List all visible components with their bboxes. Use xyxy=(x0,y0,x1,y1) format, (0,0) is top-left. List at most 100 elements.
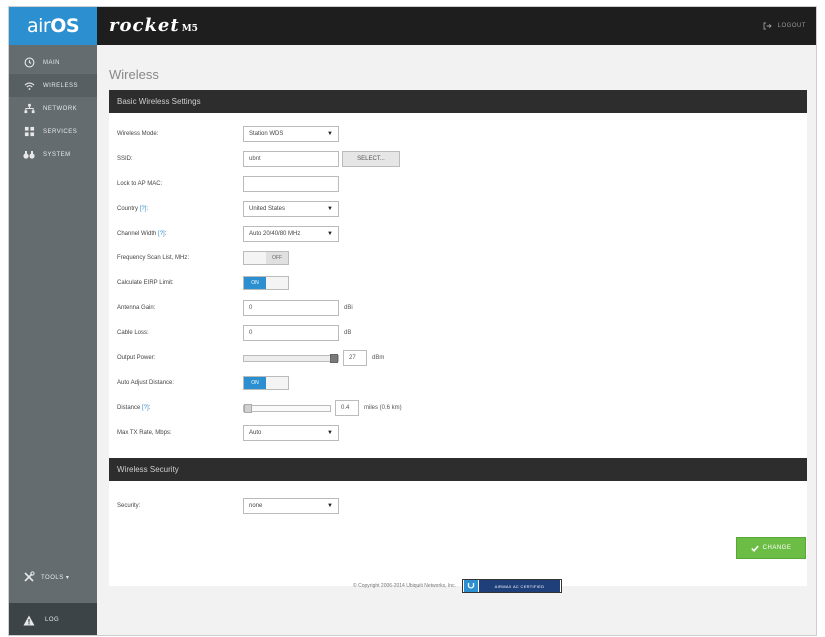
max-tx-select[interactable]: Auto ▼ xyxy=(243,425,339,441)
slider-handle[interactable] xyxy=(330,353,338,363)
airos-logo[interactable]: air OS xyxy=(9,7,97,45)
ssid-label: SSID: xyxy=(117,156,133,162)
cable-loss-label: Cable Loss: xyxy=(117,330,149,336)
sidebar-nav: MAIN WIRELESS NETWORK SERVICES SYSTEM xyxy=(9,51,97,166)
sidebar-item-services[interactable]: SERVICES xyxy=(9,120,97,143)
slider-handle[interactable] xyxy=(244,403,252,413)
toggle-state: OFF xyxy=(266,252,288,264)
ssid-row: SSID: ubnt SELECT... xyxy=(117,151,400,167)
logout-label: LOGOUT xyxy=(777,23,806,29)
log-label: LOG xyxy=(45,617,60,623)
ssid-value: ubnt xyxy=(249,156,261,162)
distance-input[interactable]: 0.4 xyxy=(335,400,359,416)
channel-width-select[interactable]: Auto 20/40/80 MHz ▼ xyxy=(243,226,339,242)
output-power-row: Output Power: 27 dBm xyxy=(117,350,384,366)
country-label-text: Country xyxy=(117,206,139,212)
dropdown-arrow-icon: ▼ xyxy=(327,131,333,137)
channel-width-label-suffix: : xyxy=(164,231,167,237)
frequency-scan-row: Frequency Scan List, MHz: OFF xyxy=(117,250,289,266)
system-icon xyxy=(23,149,35,161)
ubiquiti-u-icon xyxy=(463,580,478,592)
slider-track xyxy=(243,403,331,413)
country-label: Country [?]: xyxy=(117,206,243,212)
max-tx-label: Max TX Rate, Mbps: xyxy=(117,430,172,436)
dropdown-arrow-icon: ▼ xyxy=(327,430,333,436)
distance-help-link[interactable]: [?] xyxy=(142,405,149,411)
frequency-scan-label: Frequency Scan List, MHz: xyxy=(117,255,190,261)
calc-eirp-toggle[interactable]: ON xyxy=(243,276,289,290)
security-select[interactable]: none ▼ xyxy=(243,498,339,514)
wireless-security-panel: Wireless Security Security: none ▼ xyxy=(109,458,807,586)
logout-button[interactable]: LOGOUT xyxy=(763,22,806,30)
auto-adjust-toggle[interactable]: ON xyxy=(243,376,289,390)
calc-eirp-row: Calculate EIRP Limit: ON xyxy=(117,275,289,291)
sidebar-item-system[interactable]: SYSTEM xyxy=(9,143,97,166)
airos-window: air OS MAIN WIRELESS NETWORK SERVICES SY… xyxy=(8,6,817,636)
frequency-scan-toggle[interactable]: OFF xyxy=(243,251,289,265)
output-power-value: 27 xyxy=(349,355,356,361)
channel-width-help-link[interactable]: [?] xyxy=(158,231,165,237)
sidebar-item-label: SYSTEM xyxy=(43,151,71,158)
dashboard-icon xyxy=(23,57,35,69)
cable-loss-value: 0 xyxy=(249,330,253,336)
sidebar-item-wireless[interactable]: WIRELESS xyxy=(9,74,97,97)
output-power-unit: dBm xyxy=(372,355,385,361)
lock-ap-row: Lock to AP MAC: xyxy=(117,176,339,192)
distance-label-text: Distance xyxy=(117,405,141,411)
channel-width-label: Channel Width [?]: xyxy=(117,231,243,237)
toggle-state: ON xyxy=(244,277,266,289)
ssid-input[interactable]: ubnt xyxy=(243,151,339,167)
country-row: Country [?]: United States ▼ xyxy=(117,201,339,217)
tools-label: TOOLS ▾ xyxy=(41,574,70,581)
change-button[interactable]: CHANGE xyxy=(736,537,806,559)
toggle-state: ON xyxy=(244,377,266,389)
sidebar-item-label: NETWORK xyxy=(43,105,78,112)
distance-label: Distance [?]: xyxy=(117,405,243,411)
section-header: Basic Wireless Settings xyxy=(109,90,807,113)
antenna-gain-input[interactable]: 0 xyxy=(243,300,339,316)
wireless-mode-select[interactable]: Station WDS ▼ xyxy=(243,126,339,142)
logo-os-text: OS xyxy=(50,15,80,37)
airmax-certified-badge: AIRMAX AC CERTIFIED xyxy=(461,579,562,593)
distance-label-suffix: : xyxy=(148,405,151,411)
wireless-mode-label: Wireless Mode: xyxy=(117,131,159,137)
brand-name: rocket xyxy=(109,15,180,36)
log-button[interactable]: LOG xyxy=(9,603,97,635)
output-power-slider[interactable] xyxy=(243,350,339,366)
main-content: Wireless Basic Wireless Settings Wireles… xyxy=(97,45,816,635)
cable-loss-input[interactable]: 0 xyxy=(243,325,339,341)
sidebar-item-main[interactable]: MAIN xyxy=(9,51,97,74)
distance-row: Distance [?]: 0.4 miles (0.6 km) xyxy=(117,400,402,416)
channel-width-value: Auto 20/40/80 MHz xyxy=(249,231,301,237)
footer: © Copyright 2006-2014 Ubiquiti Networks,… xyxy=(97,579,816,593)
wireless-mode-value: Station WDS xyxy=(249,131,284,137)
slider-track xyxy=(243,353,339,363)
channel-width-row: Channel Width [?]: Auto 20/40/80 MHz ▼ xyxy=(117,226,339,242)
distance-value: 0.4 xyxy=(341,405,350,411)
logo-air-text: air xyxy=(26,15,51,37)
dropdown-arrow-icon: ▼ xyxy=(327,206,333,212)
sidebar-item-label: WIRELESS xyxy=(43,82,79,89)
warning-icon xyxy=(23,615,35,626)
tools-icon xyxy=(23,571,35,583)
ssid-select-button[interactable]: SELECT... xyxy=(342,151,400,167)
calc-eirp-label: Calculate EIRP Limit: xyxy=(117,280,174,286)
country-select[interactable]: United States ▼ xyxy=(243,201,339,217)
distance-slider[interactable] xyxy=(243,400,331,416)
rocket-brand-logo: rocket M5 xyxy=(109,15,198,36)
checkmark-icon xyxy=(750,544,759,552)
channel-width-label-text: Channel Width xyxy=(117,231,157,237)
security-row: Security: none ▼ xyxy=(117,498,339,514)
wireless-mode-row: Wireless Mode: Station WDS ▼ xyxy=(117,126,339,142)
antenna-gain-row: Antenna Gain: 0 dBi xyxy=(117,300,353,316)
tools-menu[interactable]: TOOLS ▾ xyxy=(23,571,69,583)
slider-fill xyxy=(244,355,334,361)
sidebar-item-label: SERVICES xyxy=(43,128,78,135)
output-power-input[interactable]: 27 xyxy=(343,350,367,366)
antenna-gain-unit: dBi xyxy=(344,305,353,311)
lock-ap-label: Lock to AP MAC: xyxy=(117,181,163,187)
lock-ap-mac-input[interactable] xyxy=(243,176,339,192)
antenna-gain-value: 0 xyxy=(249,305,253,311)
sidebar-item-network[interactable]: NETWORK xyxy=(9,97,97,120)
certified-text: AIRMAX AC CERTIFIED xyxy=(478,580,560,592)
